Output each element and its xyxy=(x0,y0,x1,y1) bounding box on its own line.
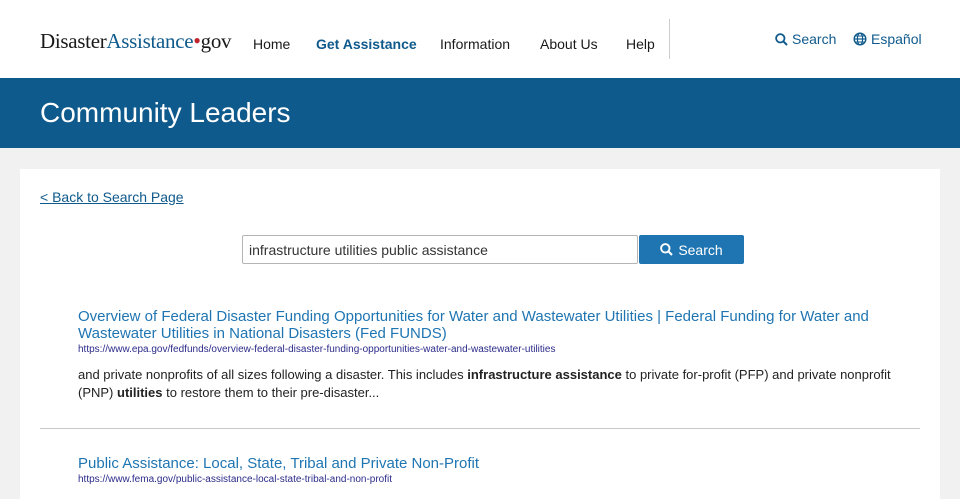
result-url: https://www.epa.gov/fedfunds/overview-fe… xyxy=(78,344,556,355)
search-button-label: Search xyxy=(678,241,723,258)
result-title-link[interactable]: Public Assistance: Local, State, Tribal … xyxy=(78,455,898,472)
results-card: < Back to Search Page Search Overview of… xyxy=(20,169,940,499)
search-input[interactable] xyxy=(242,235,638,264)
site-header: DisasterAssistance•gov Home Get Assistan… xyxy=(0,0,960,78)
back-to-search-link[interactable]: < Back to Search Page xyxy=(40,189,184,205)
nav-divider xyxy=(669,19,670,59)
nav-home[interactable]: Home xyxy=(253,36,290,52)
result-title-link[interactable]: Overview of Federal Disaster Funding Opp… xyxy=(78,308,898,342)
snippet-highlight: utilities xyxy=(117,385,163,400)
page-banner: Community Leaders xyxy=(0,78,960,148)
result-divider xyxy=(40,428,920,429)
globe-icon xyxy=(853,32,867,46)
snippet-highlight: infrastructure assistance xyxy=(467,367,622,382)
logo-text-assistance: Assistance xyxy=(106,29,194,53)
header-search-link[interactable]: Search xyxy=(775,31,836,47)
nav-get-assistance[interactable]: Get Assistance xyxy=(316,36,417,52)
search-icon xyxy=(660,243,674,256)
page-title: Community Leaders xyxy=(40,97,291,128)
result-url: https://www.fema.gov/public-assistance-l… xyxy=(78,474,393,485)
logo-dot: • xyxy=(193,28,201,53)
site-logo[interactable]: DisasterAssistance•gov xyxy=(40,28,232,54)
logo-text-disaster: Disaster xyxy=(40,29,107,53)
search-result: Overview of Federal Disaster Funding Opp… xyxy=(78,308,898,402)
snippet-text: to restore them to their pre-disaster... xyxy=(162,385,380,400)
language-label: Español xyxy=(871,31,922,47)
header-search-label: Search xyxy=(792,31,837,47)
result-snippet: and private nonprofits of all sizes foll… xyxy=(78,366,898,402)
logo-text-gov: gov xyxy=(200,29,232,53)
search-button[interactable]: Search xyxy=(639,235,744,264)
snippet-text: and private nonprofits of all sizes foll… xyxy=(78,367,468,382)
search-result: Public Assistance: Local, State, Tribal … xyxy=(78,455,898,485)
nav-about-us[interactable]: About Us xyxy=(540,36,598,52)
nav-help[interactable]: Help xyxy=(626,36,655,52)
language-link[interactable]: Español xyxy=(853,31,922,47)
search-icon xyxy=(775,32,788,46)
nav-information[interactable]: Information xyxy=(440,36,510,52)
